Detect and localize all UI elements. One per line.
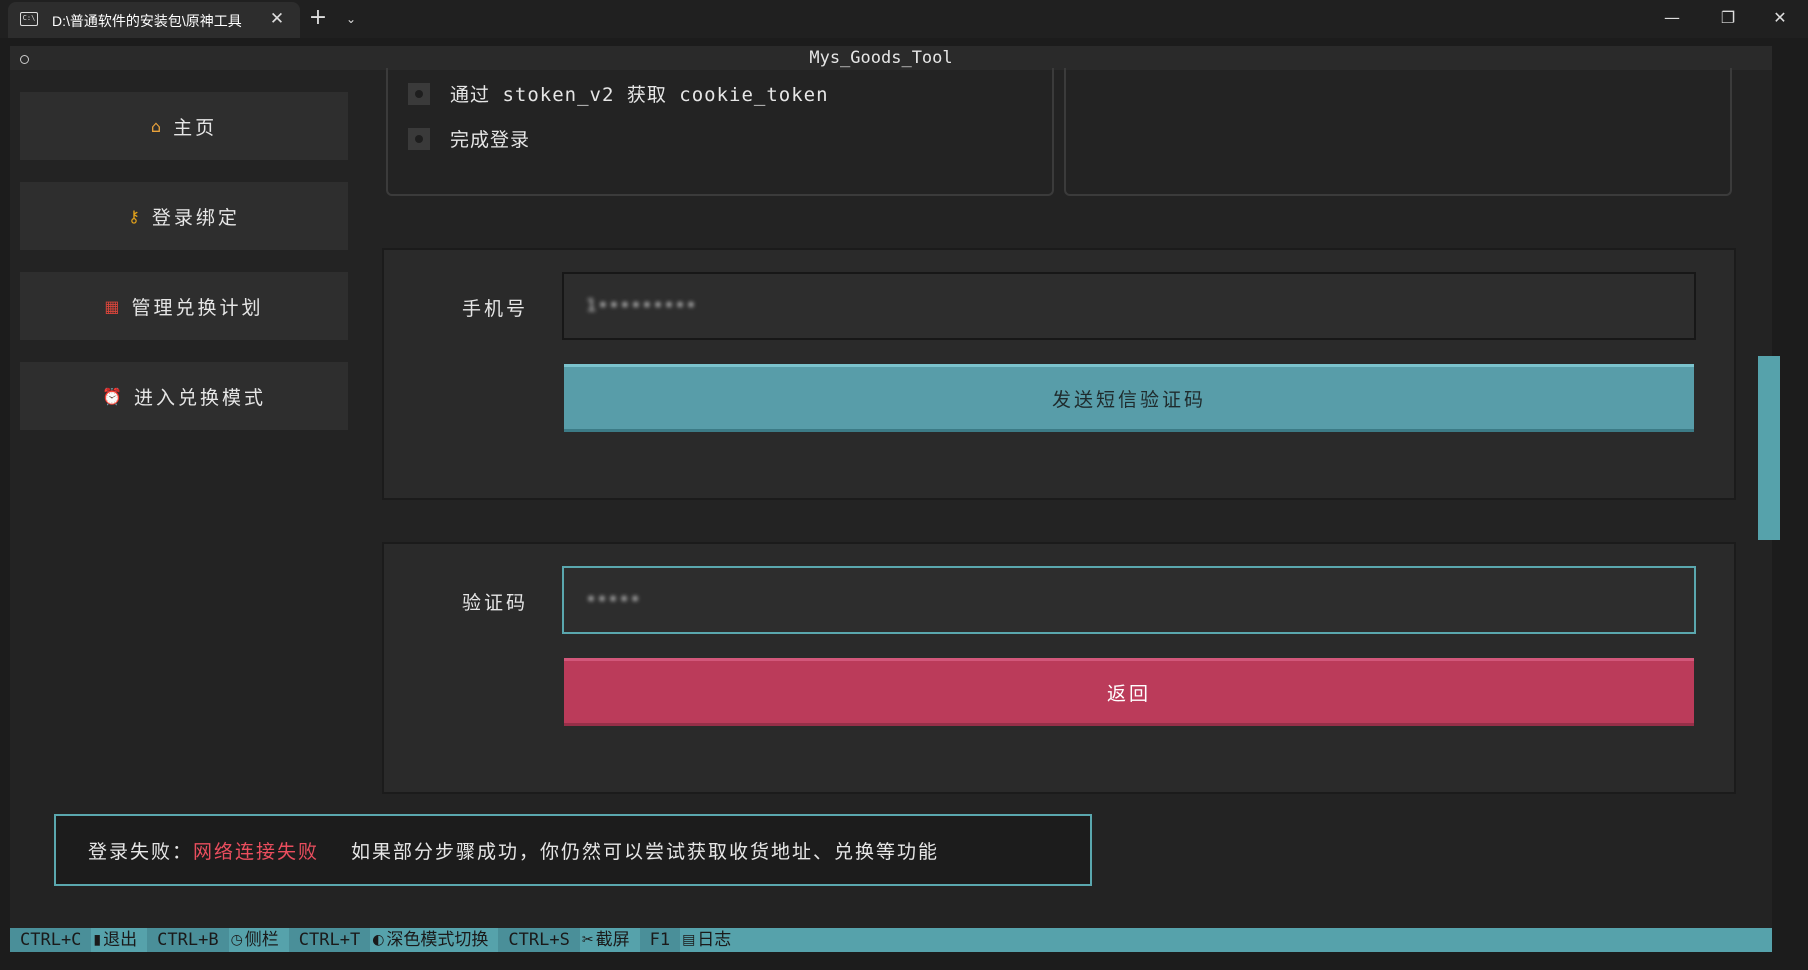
app-header: Mys_Goods_Tool — [10, 46, 1772, 70]
footer-label: 侧栏 — [244, 930, 279, 950]
step-checkbox — [408, 82, 430, 105]
footer-label: 深色模式切换 — [386, 930, 489, 950]
minimize-button[interactable]: — — [1644, 0, 1700, 36]
footer-key-theme[interactable]: CTRL+T — [288, 928, 371, 952]
app-container: Mys_Goods_Tool ⌂ 主页 ⚷ 登录绑定 ▦ 管理兑换计划 ⏰ 进入… — [10, 46, 1780, 952]
code-section: 验证码 ••••• 返回 — [382, 542, 1736, 794]
send-sms-button[interactable]: 发送短信验证码 — [564, 364, 1694, 432]
footer-item-theme[interactable]: ◐ 深色模式切换 — [370, 928, 498, 952]
terminal-tab[interactable]: C:\ D:\普通软件的安装包\原神工具 ✕ — [8, 2, 300, 38]
step-checkbox — [408, 127, 430, 150]
footer-key-screenshot[interactable]: CTRL+S — [498, 928, 580, 952]
keybinding-footer: CTRL+C ▮ 退出 CTRL+B ◷ 侧栏 CTRL+T ◐ 深色模式切换 CTR… — [10, 928, 1772, 952]
footer-key-sidebar[interactable]: CTRL+B — [147, 928, 229, 952]
footer-label: 截屏 — [595, 930, 630, 950]
login-steps-panel: 通过 stoken_v2 获取 cookie_token 完成登录 — [386, 68, 1054, 196]
step-item: 通过 stoken_v2 获取 cookie_token — [408, 80, 829, 107]
moon-icon: ◐ — [372, 932, 385, 948]
phone-section: 手机号 1••••••••• 发送短信验证码 — [382, 248, 1736, 500]
maximize-button[interactable]: ❐ — [1700, 0, 1756, 36]
close-window-button[interactable]: ✕ — [1752, 0, 1808, 36]
sidebar-item-label: 管理兑换计划 — [131, 296, 264, 319]
tab-title: D:\普通软件的安装包\原神工具 — [52, 13, 242, 29]
login-notice: 登录失败： 网络连接失败 如果部分步骤成功，你仍然可以尝试获取收货地址、兑换等功… — [54, 814, 1092, 886]
step-label: 通过 stoken_v2 获取 cookie_token — [450, 84, 829, 106]
back-button[interactable]: 返回 — [564, 658, 1694, 726]
code-value: ••••• — [586, 590, 642, 610]
new-tab-button[interactable]: + — [306, 6, 330, 30]
footer-item-quit[interactable]: ▮ 退出 — [91, 928, 147, 952]
footer-label: 日志 — [697, 930, 732, 950]
footer-key-log[interactable]: F1 — [639, 928, 681, 952]
phone-value: 1••••••••• — [586, 296, 698, 316]
close-tab-icon[interactable]: ✕ — [266, 8, 288, 30]
footer-item-sidebar[interactable]: ◷ 侧栏 — [229, 928, 289, 952]
phone-label: 手机号 — [462, 298, 529, 320]
sidebar-item-label: 登录绑定 — [151, 206, 240, 229]
sidebar-item-home[interactable]: ⌂ 主页 — [20, 92, 348, 160]
sidebar-item-label: 进入兑换模式 — [133, 386, 266, 409]
key-icon: ⚷ — [128, 206, 140, 226]
sidebar-item-login[interactable]: ⚷ 登录绑定 — [20, 182, 348, 250]
alarm-clock-icon: ⏰ — [102, 386, 122, 406]
code-label: 验证码 — [462, 592, 529, 614]
scrollbar-thumb[interactable] — [1758, 356, 1780, 540]
scissors-icon: ✂ — [581, 932, 594, 948]
home-icon: ⌂ — [150, 116, 162, 136]
terminal-icon: C:\ — [20, 12, 38, 26]
app-title: Mys_Goods_Tool — [809, 48, 953, 68]
footer-item-screenshot[interactable]: ✂ 截屏 — [580, 928, 640, 952]
window-titlebar: C:\ D:\普通软件的安装包\原神工具 ✕ + ⌄ — ❐ ✕ — [0, 0, 1808, 38]
chevron-down-icon[interactable]: ⌄ — [340, 8, 362, 30]
footer-key-quit[interactable]: CTRL+C — [10, 928, 92, 952]
sidebar-item-exchange[interactable]: ⏰ 进入兑换模式 — [20, 362, 348, 430]
code-input[interactable]: ••••• — [562, 566, 1696, 634]
footer-label: 退出 — [103, 930, 138, 950]
right-info-panel — [1064, 68, 1732, 196]
sidebar-item-label: 主页 — [173, 116, 218, 139]
step-item: 完成登录 — [408, 125, 530, 152]
step-label: 完成登录 — [450, 129, 531, 151]
calendar-icon: ▦ — [104, 296, 120, 316]
notice-message: 如果部分步骤成功，你仍然可以尝试获取收货地址、兑换等功能 — [351, 840, 940, 863]
clock-icon: ◷ — [230, 932, 243, 948]
sidebar-item-plans[interactable]: ▦ 管理兑换计划 — [20, 272, 348, 340]
notepad-icon: ▤ — [682, 932, 696, 948]
phone-input[interactable]: 1••••••••• — [562, 272, 1696, 340]
notice-prefix: 登录失败： — [88, 840, 194, 863]
footer-item-log[interactable]: ▤ 日志 — [680, 928, 741, 952]
door-icon: ▮ — [93, 932, 102, 948]
notice-error: 网络连接失败 — [193, 840, 320, 863]
